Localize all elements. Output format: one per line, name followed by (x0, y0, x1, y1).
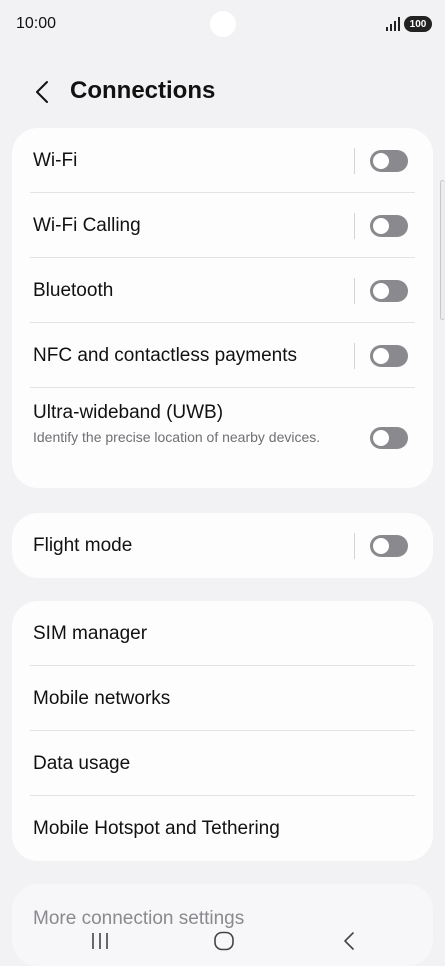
navigation-bar (0, 920, 445, 966)
flight-mode-toggle[interactable] (370, 534, 408, 557)
home-icon (214, 931, 234, 951)
wifi-calling-toggle[interactable] (370, 214, 408, 237)
uwb-row[interactable]: Ultra-wideband (UWB) Identify the precis… (12, 388, 433, 488)
wifi-calling-label: Wi-Fi Calling (33, 214, 141, 236)
networks-card: SIM manager Mobile networks Data usage M… (12, 601, 433, 861)
nfc-toggle[interactable] (370, 344, 408, 367)
sim-manager-label: SIM manager (33, 622, 148, 644)
divider (354, 342, 355, 369)
page-title: Connections (70, 77, 216, 104)
uwb-toggle[interactable] (370, 427, 408, 449)
sim-manager-row[interactable]: SIM manager (12, 601, 433, 666)
scrollbar[interactable] (440, 180, 445, 320)
bluetooth-label: Bluetooth (33, 279, 114, 301)
back-button[interactable] (28, 76, 56, 108)
hotspot-row[interactable]: Mobile Hotspot and Tethering (12, 796, 433, 861)
recents-button[interactable] (80, 924, 120, 958)
connections-card: Wi-Fi Wi-Fi Calling Bluetooth NFC and co… (12, 128, 433, 488)
hotspot-label: Mobile Hotspot and Tethering (33, 817, 280, 839)
back-icon (344, 932, 354, 950)
nfc-row[interactable]: NFC and contactless payments (12, 323, 433, 388)
flight-mode-row[interactable]: Flight mode (12, 513, 433, 578)
battery-level: 100 (409, 18, 427, 30)
nav-back-button[interactable] (329, 924, 369, 958)
divider (354, 147, 355, 174)
divider (354, 277, 355, 304)
status-time: 10:00 (16, 15, 57, 32)
recents-icon (92, 933, 108, 949)
data-usage-label: Data usage (33, 752, 131, 774)
nfc-label: NFC and contactless payments (33, 344, 298, 366)
uwb-label: Ultra-wideband (UWB) (33, 402, 224, 423)
battery-icon: 100 (404, 16, 432, 32)
status-bar: 10:00 100 (0, 0, 445, 52)
divider (354, 212, 355, 239)
wifi-row[interactable]: Wi-Fi (12, 128, 433, 193)
wifi-toggle[interactable] (370, 149, 408, 172)
divider (354, 532, 355, 559)
home-button[interactable] (204, 924, 244, 958)
app-header: Connections (0, 70, 445, 114)
flight-mode-label: Flight mode (33, 534, 133, 556)
wifi-label: Wi-Fi (33, 149, 78, 171)
bluetooth-toggle[interactable] (370, 279, 408, 302)
bluetooth-row[interactable]: Bluetooth (12, 258, 433, 323)
uwb-description: Identify the precise location of nearby … (33, 429, 321, 445)
signal-icon (386, 17, 400, 31)
data-usage-row[interactable]: Data usage (12, 731, 433, 796)
mobile-networks-row[interactable]: Mobile networks (12, 666, 433, 731)
chevron-left-icon (36, 81, 48, 103)
flight-mode-card: Flight mode (12, 513, 433, 578)
mobile-networks-label: Mobile networks (33, 687, 171, 709)
wifi-calling-row[interactable]: Wi-Fi Calling (12, 193, 433, 258)
camera-cutout (210, 11, 236, 37)
